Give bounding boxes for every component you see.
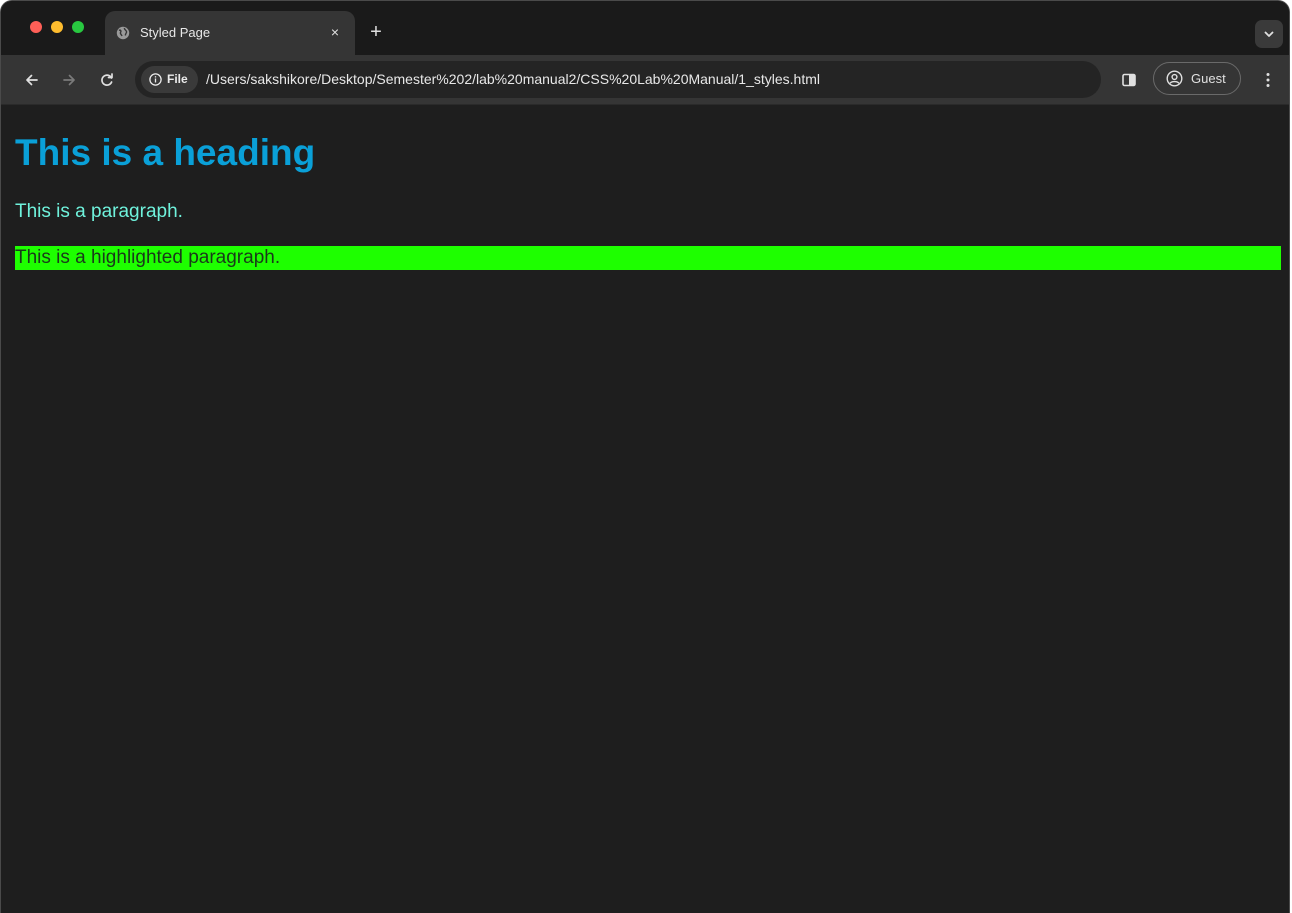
tab-title: Styled Page xyxy=(140,25,211,40)
reload-icon[interactable] xyxy=(96,69,118,91)
site-info-label: File xyxy=(167,72,188,86)
tab-strip: Styled Page × + xyxy=(1,1,1289,55)
forward-arrow-icon[interactable] xyxy=(58,69,80,91)
globe-icon xyxy=(116,26,130,40)
profile-label: Guest xyxy=(1191,71,1226,86)
highlighted-paragraph: This is a highlighted paragraph. xyxy=(15,246,1281,270)
paragraph: This is a paragraph. xyxy=(15,201,183,222)
new-tab-button[interactable]: + xyxy=(365,21,387,43)
side-panel-icon[interactable] xyxy=(1118,69,1140,91)
window-close-button[interactable] xyxy=(30,21,42,33)
tab-styled-page[interactable]: Styled Page × xyxy=(105,11,355,55)
page-heading: This is a heading xyxy=(15,132,316,173)
window-minimize-button[interactable] xyxy=(51,21,63,33)
tab-search-button[interactable] xyxy=(1255,20,1283,48)
browser-toolbar: File /Users/sakshikore/Desktop/Semester%… xyxy=(1,55,1289,105)
address-bar[interactable]: File /Users/sakshikore/Desktop/Semester%… xyxy=(135,61,1101,98)
info-icon xyxy=(149,73,162,86)
tab-close-icon[interactable]: × xyxy=(325,22,345,42)
site-info-chip[interactable]: File xyxy=(141,66,198,93)
page-viewport: This is a heading This is a paragraph. T… xyxy=(1,105,1289,913)
chevron-down-icon xyxy=(1264,31,1274,37)
user-icon xyxy=(1166,70,1183,87)
back-arrow-icon[interactable] xyxy=(21,69,43,91)
url-text[interactable]: /Users/sakshikore/Desktop/Semester%202/l… xyxy=(206,61,820,98)
more-vertical-icon[interactable] xyxy=(1257,69,1279,91)
profile-button[interactable]: Guest xyxy=(1153,62,1241,95)
browser-window: Styled Page × + File /Users/sakshikore/D… xyxy=(0,0,1290,913)
window-maximize-button[interactable] xyxy=(72,21,84,33)
